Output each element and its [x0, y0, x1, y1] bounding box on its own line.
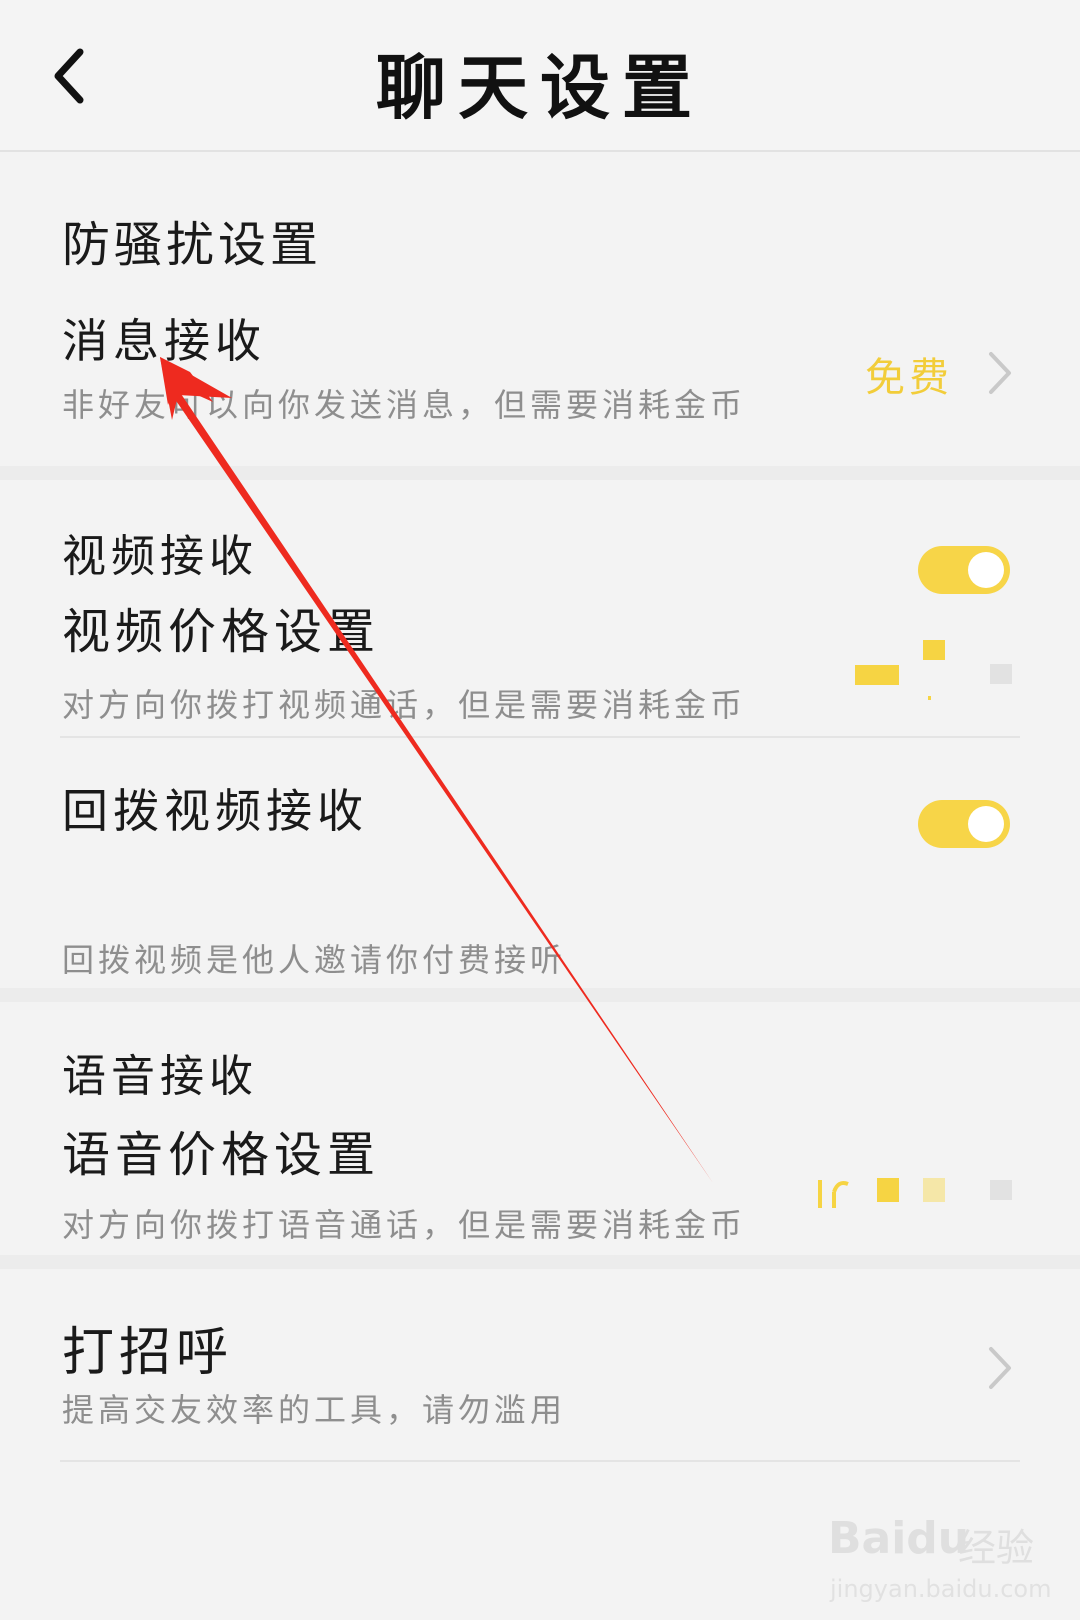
voice-price-title: 语音价格设置	[62, 1127, 381, 1183]
greet-title: 打招呼	[62, 1323, 234, 1383]
callback-video-toggle[interactable]	[918, 800, 1010, 848]
video-price-title: 视频价格设置	[62, 604, 381, 660]
section-title-harassment: 防骚扰设置	[62, 217, 323, 273]
watermark-brand: Baidu	[828, 1513, 970, 1564]
video-receive-toggle[interactable]	[918, 546, 1010, 594]
greet-subtitle: 提高交友效率的工具，请勿滥用	[62, 1391, 567, 1429]
callback-video-title: 回拨视频接收	[62, 784, 368, 838]
voice-price-subtitle: 对方向你拨打语音通话，但是需要消耗金币	[62, 1206, 747, 1244]
section-divider	[0, 1255, 1080, 1269]
row-divider	[60, 736, 1020, 738]
video-price-subtitle: 对方向你拨打视频通话，但是需要消耗金币	[62, 686, 747, 724]
chevron-right-icon	[989, 1347, 1011, 1389]
watermark-brand-cn: 经验	[958, 1526, 1035, 1570]
top-bar: 聊天设置	[0, 0, 1080, 152]
toggle-knob	[968, 806, 1004, 842]
section-divider	[0, 988, 1080, 1002]
message-receive-title: 消息接收	[62, 314, 266, 368]
watermark-url: jingyan.baidu.com	[830, 1575, 1052, 1603]
row-divider	[60, 1460, 1020, 1462]
video-receive-label: 视频接收	[62, 531, 258, 582]
voice-receive-label: 语音接收	[62, 1051, 258, 1102]
callback-video-subtitle: 回拨视频是他人邀请你付费接听	[62, 941, 567, 979]
price-glyph	[818, 1180, 849, 1208]
message-receive-value: 免费	[865, 355, 953, 401]
toggle-knob	[968, 552, 1004, 588]
section-divider	[0, 466, 1080, 480]
watermark: Baidu 经验 jingyan.baidu.com	[818, 1495, 1058, 1605]
message-receive-subtitle: 非好友可以向你发送消息，但需要消耗金币	[62, 386, 747, 424]
chevron-right-icon	[989, 352, 1011, 394]
page-title: 聊天设置	[376, 46, 704, 129]
